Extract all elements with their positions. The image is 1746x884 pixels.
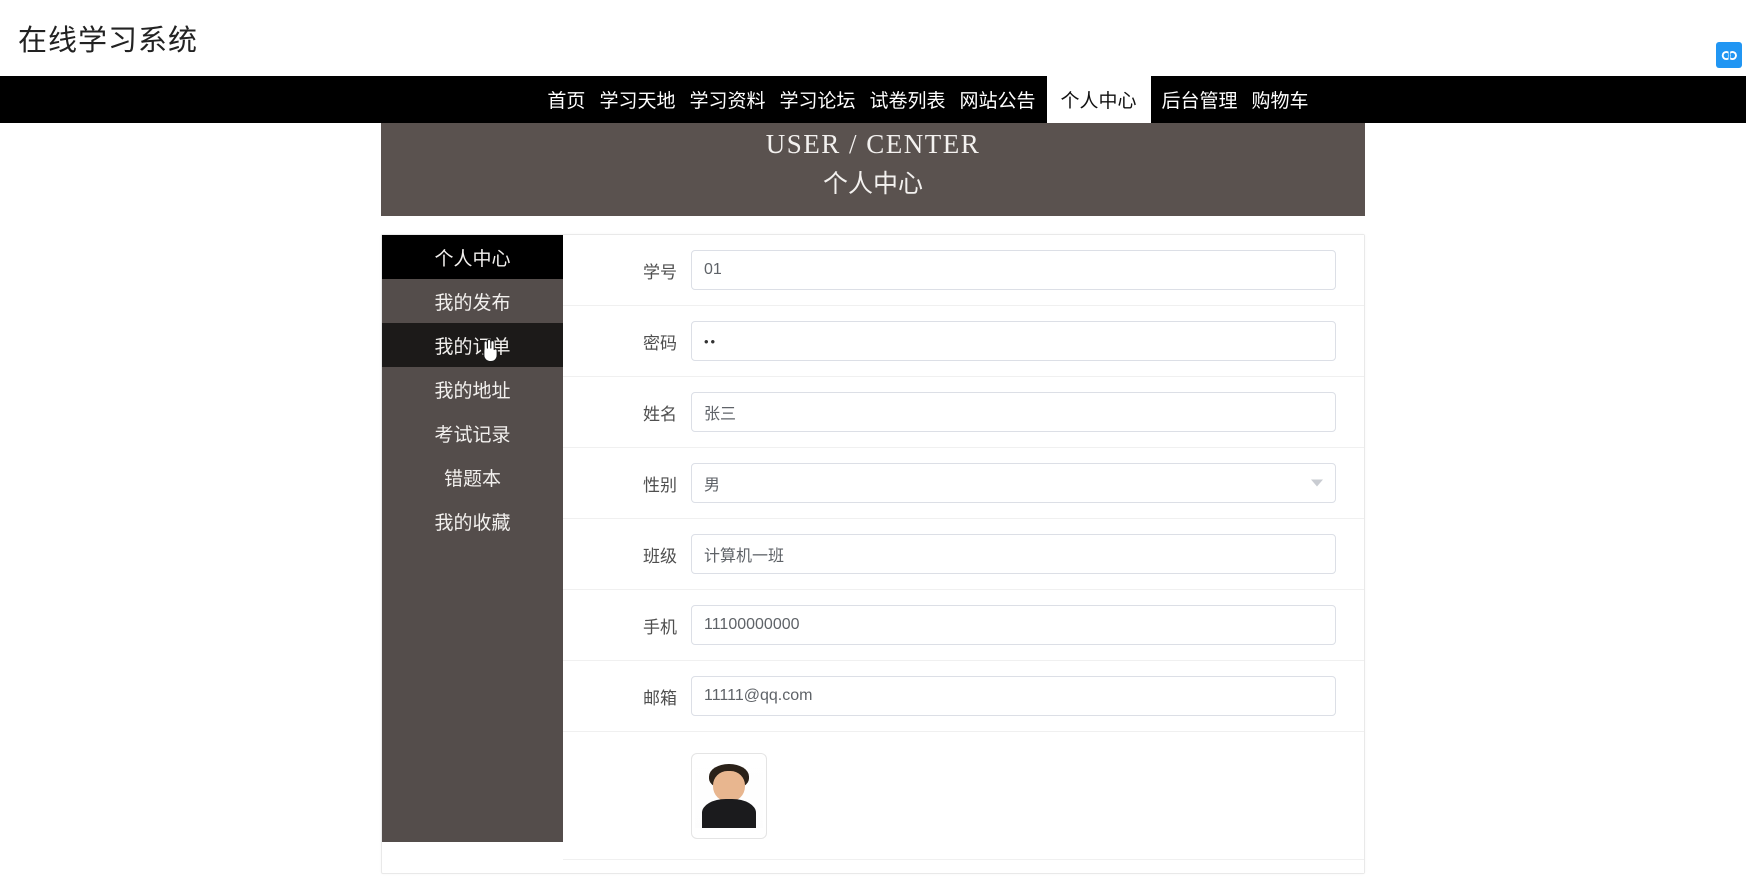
nav-item-2[interactable]: 学习资料 [682, 76, 772, 123]
nav-item-0[interactable]: 首页 [540, 76, 592, 123]
nav-item-5[interactable]: 网站公告 [953, 76, 1043, 123]
profile-form: 学号 01 密码 •• 姓名 张三性别 男班级 计算机一班手机 11100000000 邮箱 111… [563, 235, 1364, 873]
brand-bar: 在线学习系统 [0, 0, 1746, 76]
form-row-1: 密码 •• [563, 306, 1364, 377]
form-label-1: 密码 [643, 333, 677, 353]
nav-item-1[interactable]: 学习天地 [592, 76, 682, 123]
sidebar-item-label: 考试记录 [434, 424, 511, 446]
sidebar-item-label: 我的地址 [434, 380, 511, 402]
form-value-0: 01 [704, 261, 722, 278]
form-label-3: 性别 [643, 475, 677, 495]
avatar-caption-strip [695, 828, 763, 835]
sidebar-item-label: 我的收藏 [434, 512, 511, 534]
form-value-6: 11111@qq.com [704, 687, 813, 704]
form-value-3: 男 [704, 477, 721, 494]
nav-item-6[interactable]: 个人中心 [1046, 76, 1151, 123]
nav-item-3[interactable]: 学习论坛 [772, 76, 862, 123]
avatar[interactable] [691, 752, 767, 839]
form-row-2: 姓名 张三 [563, 377, 1364, 448]
submit-row: 提 交 [563, 860, 1364, 873]
sidebar-item-4[interactable]: 考试记录 [382, 411, 563, 455]
form-row-0: 学号 01 [563, 235, 1364, 306]
form-row-6: 邮箱 11111@qq.com [563, 661, 1364, 732]
nav-item-4[interactable]: 试卷列表 [862, 76, 952, 123]
chevron-down-icon [1311, 479, 1323, 487]
form-input-5[interactable]: 11100000000 [691, 605, 1336, 645]
sidebar-item-5[interactable]: 错题本 [382, 455, 563, 499]
form-input-1[interactable]: •• [691, 321, 1336, 361]
form-label-6: 邮箱 [643, 688, 677, 708]
banner-title-en: USER / CENTER [765, 129, 981, 159]
form-label-5: 手机 [643, 617, 677, 637]
page-title: 在线学习系统 [18, 25, 199, 57]
sidebar-item-2[interactable]: 我的订单 [382, 323, 563, 367]
form-value-1: •• [704, 333, 718, 349]
form-label-2: 姓名 [643, 404, 677, 424]
main-navigation: 首页 学习天地 学习资料 学习论坛 试卷列表 网站公告 个人中心 后台管理 购物车 [0, 76, 1746, 123]
form-row-5: 手机 11100000000 [563, 590, 1364, 661]
avatar-photo [695, 756, 763, 835]
form-select-3[interactable]: 男 [691, 463, 1336, 503]
form-input-6[interactable]: 11111@qq.com [691, 676, 1336, 716]
form-value-2: 张三 [704, 406, 737, 423]
form-value-5: 11100000000 [704, 616, 800, 633]
sidebar-item-3[interactable]: 我的地址 [382, 367, 563, 411]
form-row-4: 班级 计算机一班 [563, 519, 1364, 590]
form-input-2[interactable]: 张三 [691, 392, 1336, 432]
avatar-body [701, 798, 757, 830]
sidebar-item-0[interactable]: 个人中心 [382, 235, 563, 279]
nav-item-7[interactable]: 后台管理 [1155, 76, 1245, 123]
cloud-link-icon[interactable] [1716, 42, 1742, 68]
form-label-0: 学号 [643, 262, 677, 282]
page-banner: USER / CENTER 个人中心 [381, 123, 1365, 216]
avatar-row [563, 732, 1364, 860]
user-center-sidebar: 个人中心我的发布我的订单我的地址考试记录错题本我的收藏 [382, 235, 563, 842]
sidebar-item-label: 错题本 [443, 468, 501, 490]
form-input-0[interactable]: 01 [691, 250, 1336, 290]
sidebar-item-6[interactable]: 我的收藏 [382, 499, 563, 543]
sidebar-item-label: 个人中心 [434, 248, 511, 270]
sidebar-item-label: 我的订单 [434, 336, 511, 358]
banner-title-cn: 个人中心 [822, 170, 923, 198]
avatar-face [713, 770, 745, 802]
sidebar-item-1[interactable]: 我的发布 [382, 279, 563, 323]
nav-item-8[interactable]: 购物车 [1245, 76, 1316, 123]
form-value-4: 计算机一班 [704, 548, 785, 565]
form-row-3: 性别 男 [563, 448, 1364, 519]
form-input-4[interactable]: 计算机一班 [691, 534, 1336, 574]
user-center-panel: 个人中心我的发布我的订单我的地址考试记录错题本我的收藏 学号 01 密码 •• 姓名 张三… [381, 234, 1365, 874]
form-label-4: 班级 [643, 546, 677, 566]
sidebar-item-label: 我的发布 [434, 292, 511, 314]
